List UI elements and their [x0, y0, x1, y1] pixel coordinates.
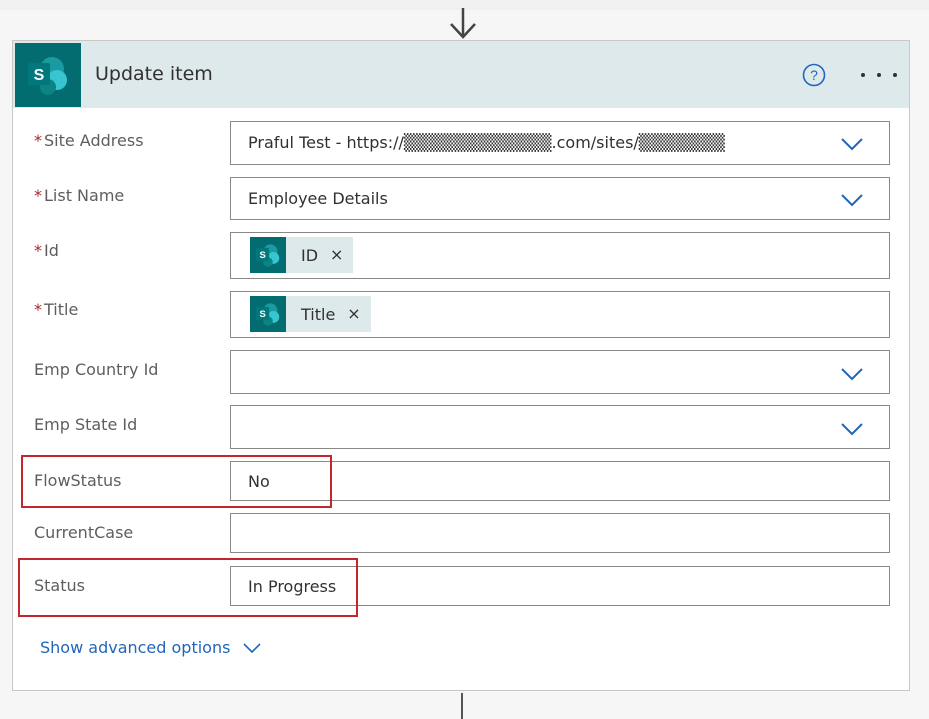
- close-icon[interactable]: ×: [330, 247, 343, 263]
- title-label: * Title: [34, 300, 79, 319]
- site-address-dropdown[interactable]: Praful Test - https://▒▒▒▒▒▒▒▒▒▒▒▒.com/s…: [230, 121, 890, 165]
- help-circle-icon[interactable]: ?: [802, 63, 826, 87]
- svg-text:S: S: [260, 309, 266, 320]
- title-input[interactable]: S Title ×: [230, 291, 890, 338]
- chevron-down-icon[interactable]: [841, 193, 863, 207]
- card-title: Update item: [95, 63, 213, 85]
- flow-status-highlight: [21, 455, 332, 508]
- arrow-down-icon: [450, 8, 476, 39]
- site-address-value: Praful Test - https://▒▒▒▒▒▒▒▒▒▒▒▒.com/s…: [248, 133, 725, 152]
- list-name-value: Employee Details: [248, 189, 388, 208]
- emp-country-id-label: Emp Country Id: [34, 360, 159, 379]
- id-token[interactable]: S ID ×: [250, 237, 354, 273]
- current-case-input[interactable]: [230, 513, 890, 553]
- card-header[interactable]: S Update item ?: [13, 41, 909, 108]
- list-name-label: * List Name: [34, 186, 125, 205]
- emp-state-id-label: Emp State Id: [34, 415, 138, 434]
- current-case-label: CurrentCase: [34, 523, 134, 542]
- chevron-down-icon[interactable]: [841, 422, 863, 436]
- emp-country-id-dropdown[interactable]: [230, 350, 890, 394]
- list-name-dropdown[interactable]: Employee Details: [230, 177, 890, 220]
- sharepoint-icon: S: [15, 43, 81, 107]
- id-label: * Id: [34, 241, 59, 260]
- id-input[interactable]: S ID ×: [230, 232, 890, 279]
- title-token-label: Title: [301, 304, 336, 324]
- status-highlight: [18, 558, 358, 617]
- svg-text:?: ?: [810, 67, 818, 83]
- close-icon[interactable]: ×: [347, 306, 360, 322]
- flow-connector: [461, 693, 463, 719]
- more-options-icon[interactable]: [861, 63, 897, 87]
- update-item-card: S Update item ? * Site Address Praful Tes…: [12, 40, 910, 691]
- chevron-down-icon[interactable]: [841, 137, 863, 151]
- chevron-down-icon[interactable]: [841, 367, 863, 381]
- sharepoint-icon: S: [250, 296, 286, 332]
- show-advanced-options-link[interactable]: Show advanced options: [40, 638, 230, 657]
- title-token[interactable]: S Title ×: [250, 296, 371, 332]
- id-token-label: ID: [301, 245, 319, 265]
- site-address-label: * Site Address: [34, 131, 144, 150]
- svg-text:S: S: [34, 67, 45, 84]
- emp-state-id-dropdown[interactable]: [230, 405, 890, 449]
- sharepoint-icon: S: [250, 237, 286, 273]
- svg-text:S: S: [260, 250, 266, 261]
- chevron-down-icon[interactable]: [243, 642, 261, 654]
